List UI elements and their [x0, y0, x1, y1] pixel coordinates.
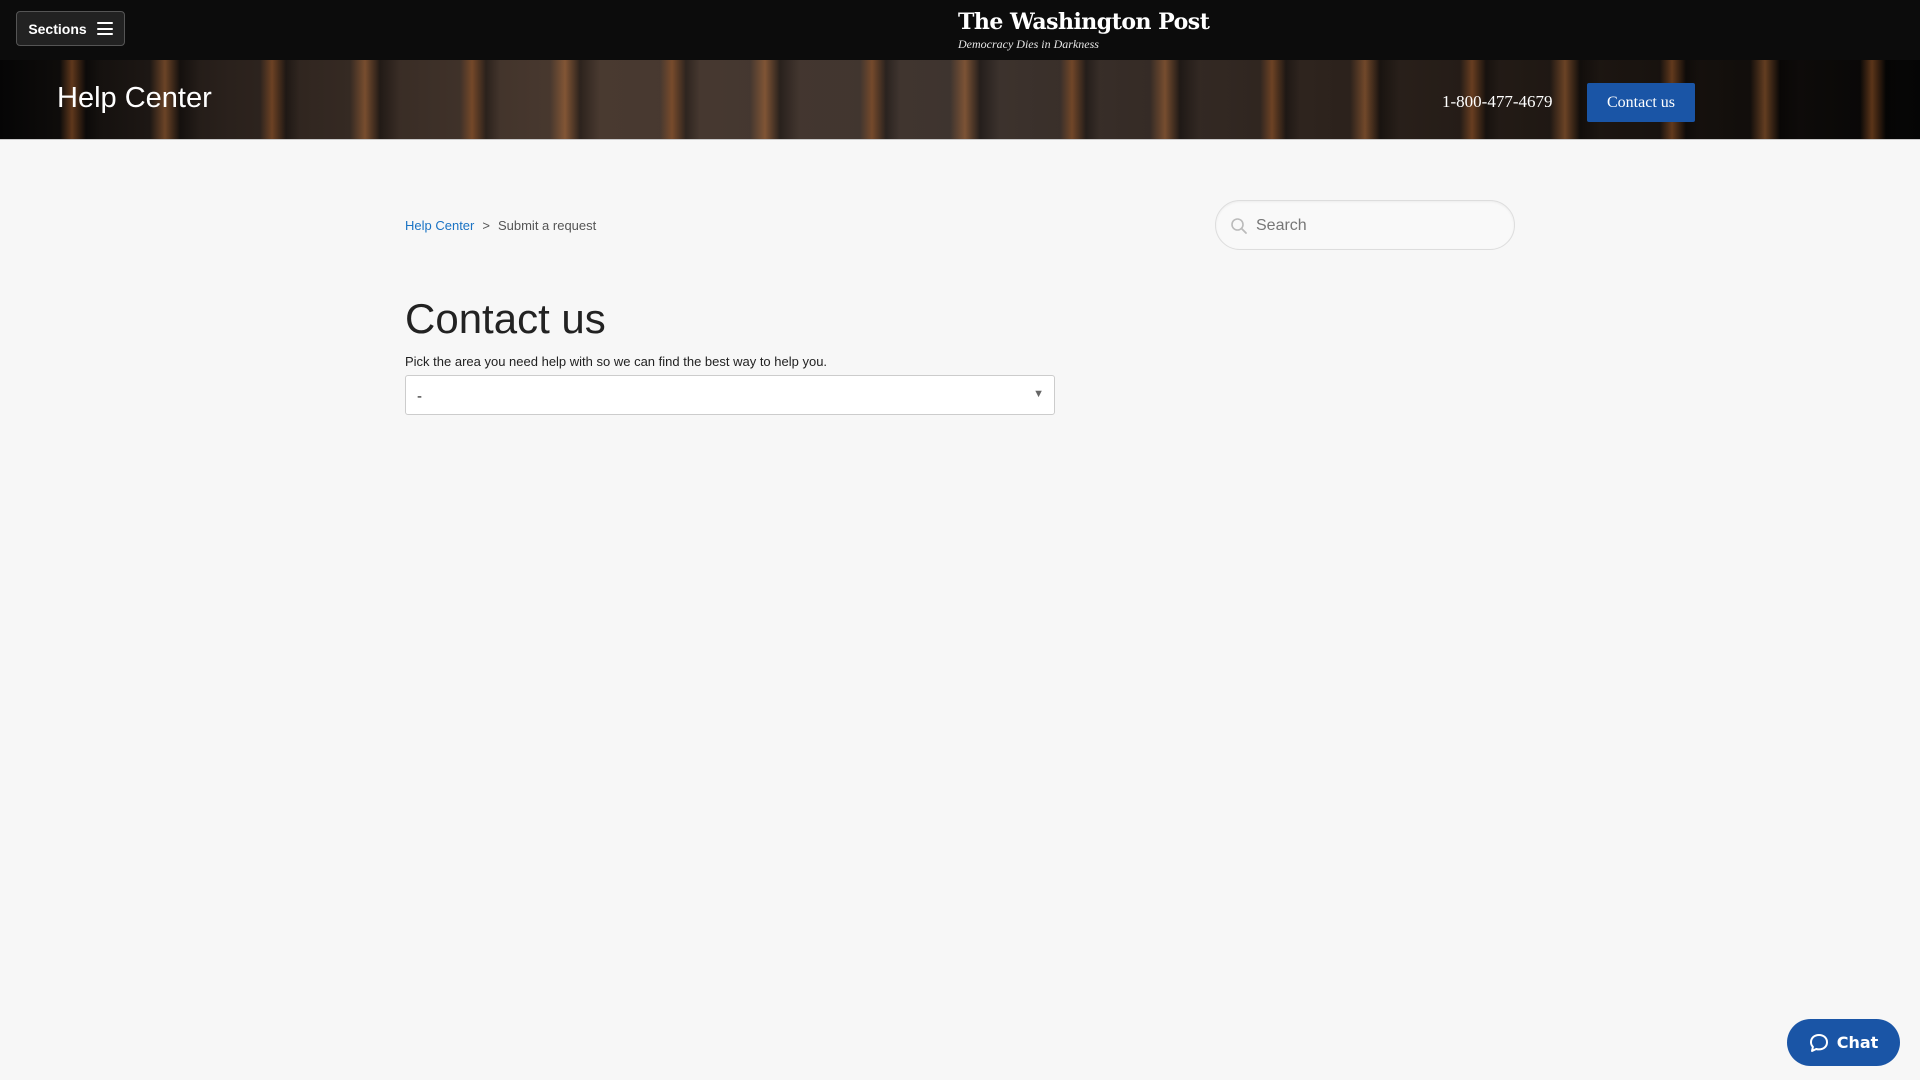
sections-button[interactable]: Sections	[16, 11, 125, 46]
breadcrumb-current: Submit a request	[497, 218, 597, 233]
chat-label: Chat	[1836, 1033, 1879, 1052]
chat-button[interactable]: Chat	[1787, 1019, 1900, 1066]
chat-bubble-icon	[1809, 1033, 1828, 1052]
help-center-banner: Help Center 1-800-477-4679 Contact us	[0, 60, 1920, 140]
help-area-prompt: Pick the area you need help with so we c…	[405, 354, 828, 369]
contact-us-button[interactable]: Contact us	[1587, 83, 1695, 122]
search-box	[1215, 200, 1515, 250]
logo-text: The Washington Post	[958, 9, 1210, 35]
select-value: -	[417, 388, 422, 405]
breadcrumb-help-center[interactable]: Help Center	[405, 218, 474, 233]
masthead: Sections The Washington Post Democracy D…	[0, 0, 1920, 60]
breadcrumb-separator: >	[482, 218, 490, 233]
page-title: Contact us	[405, 295, 606, 342]
search-input[interactable]	[1256, 211, 1496, 241]
hamburger-icon	[96, 22, 113, 35]
chevron-down-icon: ▼	[1033, 388, 1044, 400]
breadcrumb: Help Center > Submit a request	[405, 218, 596, 233]
washington-post-logo[interactable]: The Washington Post Democracy Dies in Da…	[958, 8, 1210, 51]
help-center-title[interactable]: Help Center	[57, 82, 212, 115]
sections-label: Sections	[28, 20, 87, 37]
search-icon	[1231, 218, 1247, 234]
help-area-select[interactable]: - ▼	[405, 375, 1055, 415]
phone-number: 1-800-477-4679	[1442, 92, 1553, 111]
logo-tagline: Democracy Dies in Darkness	[958, 37, 1099, 51]
